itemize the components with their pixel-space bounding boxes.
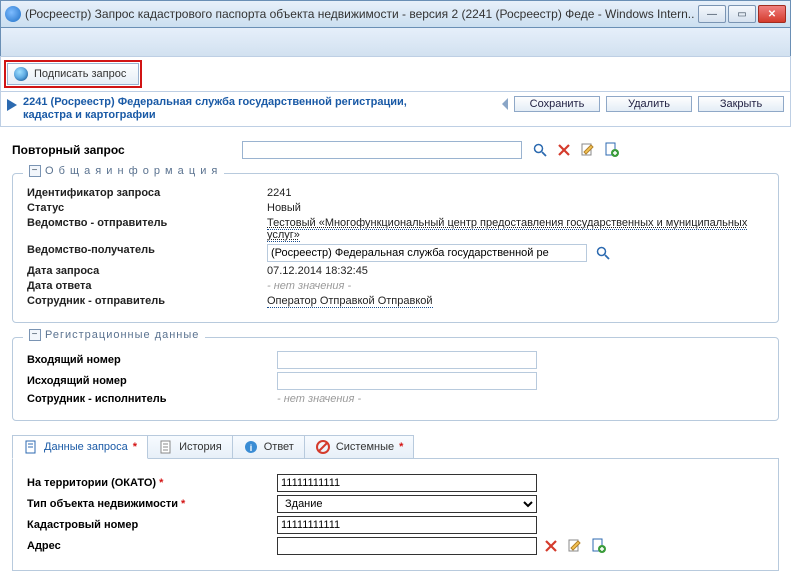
sign-toolbar: Подписать запрос (0, 56, 791, 92)
status-value: Новый (267, 202, 764, 214)
globe-icon (14, 67, 28, 81)
add-doc-icon[interactable] (604, 142, 620, 158)
close-window-button[interactable]: ✕ (758, 5, 786, 23)
repeat-request-label: Повторный запрос (12, 143, 232, 157)
req-date-value: 07.12.2014 18:32:45 (267, 265, 764, 277)
req-date-label: Дата запроса (27, 265, 267, 277)
search-icon[interactable] (532, 142, 548, 158)
close-button[interactable]: Закрыть (698, 96, 784, 112)
employee-link[interactable]: Оператор Отправкой Отправкой (267, 295, 433, 308)
delete-button[interactable]: Удалить (606, 96, 692, 112)
general-info-fieldset: − О б щ а я и н ф о р м а ц и я Идентифи… (12, 173, 779, 323)
tab-history[interactable]: История (147, 435, 233, 458)
address-input[interactable] (277, 537, 537, 555)
tab-panel-request-data: На территории (ОКАТО)* Тип объекта недви… (12, 459, 779, 571)
save-button[interactable]: Сохранить (514, 96, 600, 112)
sign-request-button[interactable]: Подписать запрос (7, 63, 139, 85)
executor-label: Сотрудник - исполнитель (27, 393, 277, 405)
lookup-icon[interactable] (595, 245, 611, 261)
outgoing-no-label: Исходящий номер (27, 375, 277, 387)
sign-button-label: Подписать запрос (34, 68, 126, 80)
objtype-select[interactable]: Здание (277, 495, 537, 513)
delete-x-icon[interactable] (556, 142, 572, 158)
cadno-label: Кадастровый номер (27, 519, 277, 531)
svg-text:i: i (249, 443, 252, 453)
doc-icon (23, 439, 39, 455)
receiver-input[interactable] (267, 244, 587, 262)
repeat-request-input[interactable] (242, 141, 522, 159)
arrow-right-icon (7, 99, 17, 111)
registration-fieldset: − Регистрационные данные Входящий номер … (12, 337, 779, 421)
executor-value: - нет значения - (277, 393, 361, 405)
repeat-request-row: Повторный запрос (12, 141, 779, 159)
address-label: Адрес (27, 540, 277, 552)
registration-legend: − Регистрационные данные (23, 329, 205, 341)
required-asterisk-icon: * (133, 441, 137, 453)
chevron-left-icon[interactable] (502, 98, 508, 110)
browser-toolbar-spacer (0, 28, 791, 56)
request-id-label: Идентификатор запроса (27, 187, 267, 199)
required-asterisk-icon: * (399, 441, 403, 453)
sender-link[interactable]: Тестовый «Многофункциональный центр пред… (267, 217, 747, 242)
registration-legend-text: Регистрационные данные (45, 329, 199, 341)
okato-input[interactable] (277, 474, 537, 492)
sign-button-highlight: Подписать запрос (4, 60, 142, 88)
tab-system[interactable]: Системные * (304, 435, 415, 458)
info-icon: i (243, 439, 259, 455)
objtype-label: Тип объекта недвижимости* (27, 498, 277, 510)
collapse-icon[interactable]: − (29, 329, 41, 341)
general-legend-text: О б щ а я и н ф о р м а ц и я (45, 165, 218, 177)
request-id-value: 2241 (267, 187, 764, 199)
ie-icon (5, 6, 21, 22)
receiver-label: Ведомство-получатель (27, 244, 267, 256)
maximize-button[interactable]: ▭ (728, 5, 756, 23)
window-title: (Росреестр) Запрос кадастрового паспорта… (25, 7, 694, 21)
clear-x-icon[interactable] (543, 538, 559, 554)
incoming-no-label: Входящий номер (27, 354, 277, 366)
incoming-no-input[interactable] (277, 351, 537, 369)
outgoing-no-input[interactable] (277, 372, 537, 390)
history-icon (158, 439, 174, 455)
tab-answer[interactable]: i Ответ (232, 435, 305, 458)
sender-label: Ведомство - отправитель (27, 217, 267, 229)
edit-pencil-icon[interactable] (567, 538, 583, 554)
add-doc-icon[interactable] (591, 538, 607, 554)
page-title: 2241 (Росреестр) Федеральная служба госу… (23, 96, 453, 122)
cadno-input[interactable] (277, 516, 537, 534)
tab-answer-label: Ответ (264, 441, 294, 453)
tabs: Данные запроса * История i Ответ Системн… (12, 435, 779, 459)
tab-history-label: История (179, 441, 222, 453)
forbidden-icon (315, 439, 331, 455)
minimize-button[interactable]: — (698, 5, 726, 23)
tab-system-label: Системные (336, 441, 394, 453)
edit-pencil-icon[interactable] (580, 142, 596, 158)
general-info-legend: − О б щ а я и н ф о р м а ц и я (23, 165, 224, 177)
window-titlebar: (Росреестр) Запрос кадастрового паспорта… (0, 0, 791, 28)
employee-label: Сотрудник - отправитель (27, 295, 267, 307)
okato-label: На территории (ОКАТО)* (27, 477, 277, 489)
header-bar: 2241 (Росреестр) Федеральная служба госу… (0, 92, 791, 127)
tab-data-label: Данные запроса (44, 441, 128, 453)
status-label: Статус (27, 202, 267, 214)
ans-date-value: - нет значения - (267, 280, 351, 292)
tab-request-data[interactable]: Данные запроса * (12, 435, 148, 459)
collapse-icon[interactable]: − (29, 165, 41, 177)
ans-date-label: Дата ответа (27, 280, 267, 292)
